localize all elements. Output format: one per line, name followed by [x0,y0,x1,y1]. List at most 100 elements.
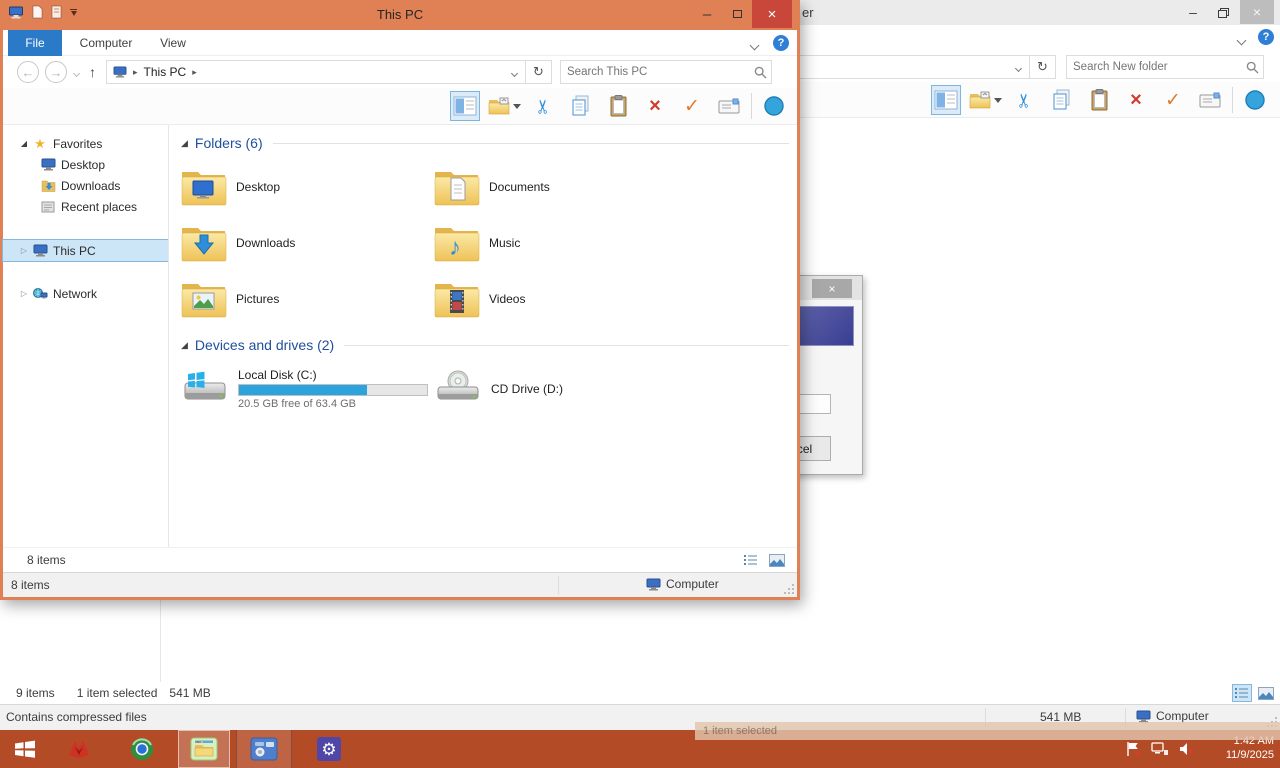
ribbon-collapse-icon[interactable] [749,38,760,52]
breadcrumb[interactable]: This PC [144,65,187,79]
start-button[interactable] [0,730,50,768]
collapsed-marker-icon[interactable]: ▷ [17,289,31,298]
expanded-marker-icon[interactable]: ◢ [17,139,31,148]
delete-button[interactable]: × [640,91,670,121]
help-icon[interactable]: ? [773,35,789,51]
thumbnail-view-button[interactable] [1256,684,1276,702]
action-center-flag-icon[interactable]: x [1125,741,1142,757]
tab-computer[interactable]: Computer [73,30,139,56]
folder-name[interactable]: Music [489,236,520,250]
expanded-marker-icon[interactable]: ◢ [181,340,188,351]
folder-tile-desktop[interactable]: Desktop [181,159,434,215]
refresh-button[interactable]: ↻ [1030,55,1056,79]
folder-name[interactable]: Documents [489,180,550,194]
sidebar-item-downloads[interactable]: Downloads [3,175,168,196]
restore-button[interactable] [1208,0,1238,24]
back-button[interactable]: ← [17,61,39,83]
up-button[interactable]: ↑ [89,64,96,80]
folder-tile-videos[interactable]: Videos [434,271,687,327]
address-dropdown-icon[interactable] [1014,60,1023,74]
sidebar-item-label[interactable]: Favorites [53,137,102,151]
copy-button[interactable] [1047,85,1077,115]
group-header-folders[interactable]: ◢ Folders (6) [181,133,789,153]
search-box[interactable] [560,60,772,84]
sidebar-item-label[interactable]: Downloads [61,179,120,193]
tab-file[interactable]: File [8,30,62,56]
folder-name[interactable]: Desktop [236,180,280,194]
expanded-marker-icon[interactable]: ◢ [181,138,188,149]
taskbar-browser[interactable] [114,730,170,768]
search-input[interactable] [1073,61,1246,73]
drive-tile-d[interactable]: CD Drive (D:) [434,361,687,417]
new-folder-dropdown-icon[interactable] [994,97,1002,103]
dialog-close-button[interactable]: × [812,279,852,298]
address-bar[interactable]: ▸ This PC ▸ [106,60,526,84]
taskbar-app-red[interactable] [56,730,102,768]
close-button[interactable]: × [752,0,792,28]
folder-tile-documents[interactable]: Documents [434,159,687,215]
sidebar-item-label[interactable]: Recent places [61,200,137,214]
sidebar-item-network[interactable]: ▷ Network [3,283,168,304]
taskbar-file-explorer[interactable] [178,730,230,768]
minimize-button[interactable]: – [692,0,722,28]
share-button[interactable] [1240,85,1270,115]
new-folder-button[interactable] [968,85,1003,115]
folder-name[interactable]: Downloads [236,236,295,250]
paste-button[interactable] [603,91,633,121]
taskbar-media-app[interactable] [236,730,292,768]
tab-view[interactable]: View [151,30,195,56]
folder-name[interactable]: Videos [489,292,525,306]
preview-pane-button[interactable] [450,91,480,121]
cut-button[interactable]: ✂ [1010,85,1040,115]
breadcrumb-separator[interactable]: ▸ [192,67,197,78]
network-status-icon[interactable] [1151,741,1169,757]
delete-button[interactable]: × [1121,85,1151,115]
minimize-button[interactable]: – [1178,0,1208,24]
sidebar-item-recent-places[interactable]: Recent places [3,196,168,217]
folder-name[interactable]: Pictures [236,292,279,306]
address-dropdown-icon[interactable] [510,65,519,79]
drive-name[interactable]: CD Drive (D:) [491,382,563,396]
drive-name[interactable]: Local Disk (C:) [238,368,428,382]
forward-button[interactable]: → [45,61,67,83]
recent-pages-dropdown-icon[interactable] [72,65,81,79]
taskbar-settings[interactable]: ⚙ [304,730,354,768]
group-title[interactable]: Folders (6) [195,135,263,151]
new-folder-button[interactable] [487,91,522,121]
sidebar-item-this-pc[interactable]: ▷ This PC [2,239,169,262]
group-title[interactable]: Devices and drives (2) [195,337,334,353]
sidebar-item-label[interactable]: Network [53,287,97,301]
drive-tile-c[interactable]: Local Disk (C:) 20.5 GB free of 63.4 GB [181,361,434,417]
resize-grip[interactable] [784,584,795,595]
close-button[interactable]: × [1240,0,1274,24]
confirm-button[interactable]: ✓ [1158,85,1188,115]
details-view-button[interactable] [1232,684,1252,702]
preview-pane-button[interactable] [931,85,961,115]
thumbnail-view-button[interactable] [767,551,787,569]
titlebar[interactable]: This PC – × [0,0,800,30]
sidebar-item-label[interactable]: Desktop [61,158,105,172]
cut-button[interactable]: ✂ [529,91,559,121]
folder-tile-downloads[interactable]: Downloads [181,215,434,271]
maximize-button[interactable] [722,0,752,28]
sidebar-item-desktop[interactable]: Desktop [3,154,168,175]
search-input[interactable] [567,66,754,78]
search-box[interactable] [1066,55,1264,79]
copy-button[interactable] [566,91,596,121]
new-folder-dropdown-icon[interactable] [513,103,521,109]
group-header-devices[interactable]: ◢ Devices and drives (2) [181,335,789,355]
sidebar-item-favorites[interactable]: ◢ ★ Favorites [3,133,168,154]
help-icon[interactable]: ? [1258,29,1274,45]
collapsed-marker-icon[interactable]: ▷ [17,246,31,255]
folder-tile-music[interactable]: ♪ Music [434,215,687,271]
folder-tile-pictures[interactable]: Pictures [181,271,434,327]
paste-button[interactable] [1084,85,1114,115]
confirm-button[interactable]: ✓ [677,91,707,121]
ribbon-collapse-icon[interactable] [1236,33,1247,47]
sidebar-item-label[interactable]: This PC [53,244,96,258]
refresh-button[interactable]: ↻ [526,60,552,84]
share-button[interactable] [759,91,789,121]
details-view-button[interactable] [741,551,761,569]
volume-muted-icon[interactable]: x [1178,741,1196,757]
rename-button[interactable] [714,91,744,121]
